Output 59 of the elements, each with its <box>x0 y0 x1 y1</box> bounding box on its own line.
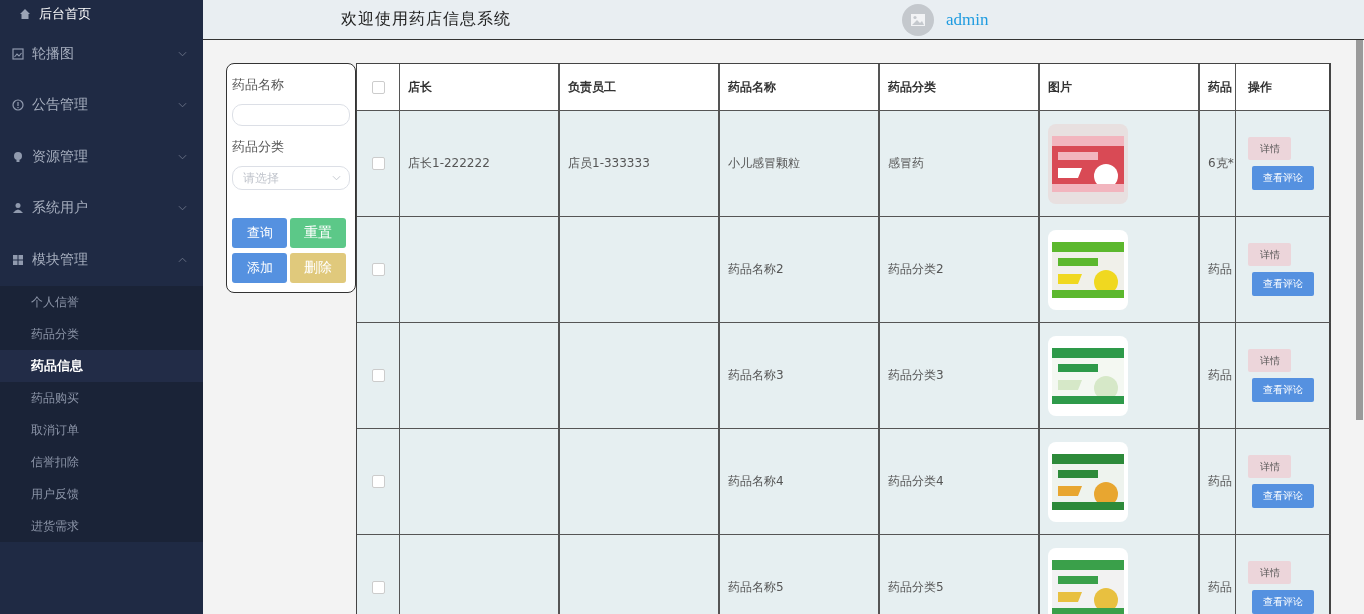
column-header: 店长 <box>408 78 432 96</box>
checkbox[interactable] <box>371 475 385 488</box>
submenu-item[interactable]: 药品购买 <box>0 381 203 414</box>
menu-item[interactable]: 模块管理 <box>0 234 203 286</box>
row-action-button[interactable]: 详情 <box>1248 243 1291 266</box>
table-cell: 药品分类5 <box>880 535 1040 614</box>
home-icon <box>19 8 31 20</box>
caret-down-icon <box>178 205 187 212</box>
home-menu-item[interactable]: 后台首页 <box>0 0 203 28</box>
avatar-icon[interactable] <box>902 3 934 36</box>
row-action-button[interactable]: 查看评论 <box>1252 590 1314 614</box>
row-action-button[interactable]: 查看评论 <box>1252 166 1314 190</box>
submenu-item[interactable]: 用户反馈 <box>0 477 203 510</box>
checkbox[interactable] <box>371 263 385 276</box>
submenu-item[interactable]: 信誉扣除 <box>0 445 203 478</box>
row-action-button[interactable]: 详情 <box>1248 561 1291 584</box>
table-cell: 药品名称5 <box>720 535 880 614</box>
column-header: 药品名称 <box>728 78 776 96</box>
caret-down-icon <box>178 153 187 160</box>
field-label: 药品名称 <box>232 76 285 94</box>
column-header: 操作 <box>1248 78 1272 96</box>
page-title: 欢迎使用药店信息系统 <box>341 9 512 30</box>
grid-icon <box>12 253 24 266</box>
row-action-button[interactable]: 详情 <box>1248 137 1291 160</box>
checkbox[interactable] <box>371 80 385 94</box>
submenu-item[interactable]: 药品分类 <box>0 317 203 350</box>
submenu-item[interactable]: 个人信誉 <box>0 285 203 318</box>
field-label: 药品分类 <box>232 138 285 156</box>
row-action-button[interactable]: 查看评论 <box>1252 378 1314 402</box>
row-action-button[interactable]: 详情 <box>1248 455 1291 478</box>
action-button[interactable]: 查询 <box>232 218 287 248</box>
submenu-item[interactable]: 药品信息 <box>0 349 203 382</box>
row-action-button[interactable]: 查看评论 <box>1252 272 1314 296</box>
column-header: 负责员工 <box>568 78 616 96</box>
action-button[interactable]: 添加 <box>232 253 287 283</box>
caret-down-icon <box>178 102 187 109</box>
user-icon <box>12 202 24 215</box>
scrollbar[interactable] <box>1356 40 1363 420</box>
row-action-button[interactable]: 查看评论 <box>1252 484 1314 508</box>
image-icon <box>12 47 24 60</box>
menu-item[interactable]: 系统用户 <box>0 182 203 234</box>
caret-up-icon <box>178 256 187 263</box>
submenu-item[interactable]: 进货需求 <box>0 509 203 542</box>
checkbox[interactable] <box>371 157 385 170</box>
checkbox[interactable] <box>371 369 385 382</box>
column-header: 图片 <box>1048 78 1072 96</box>
column-header: 药品 <box>1208 78 1232 96</box>
caret-down-icon <box>332 175 341 181</box>
info-icon <box>12 99 24 112</box>
menu-item[interactable]: 公告管理 <box>0 79 203 131</box>
input-field[interactable] <box>232 104 350 126</box>
checkbox[interactable] <box>371 581 385 594</box>
caret-down-icon <box>178 50 187 57</box>
row-action-button[interactable]: 详情 <box>1248 349 1291 372</box>
submenu-item[interactable]: 取消订单 <box>0 413 203 446</box>
menu-item[interactable]: 资源管理 <box>0 131 203 183</box>
bulb-icon <box>12 150 24 163</box>
column-header: 药品分类 <box>888 78 936 96</box>
menu-item[interactable]: 轮播图 <box>0 28 203 80</box>
